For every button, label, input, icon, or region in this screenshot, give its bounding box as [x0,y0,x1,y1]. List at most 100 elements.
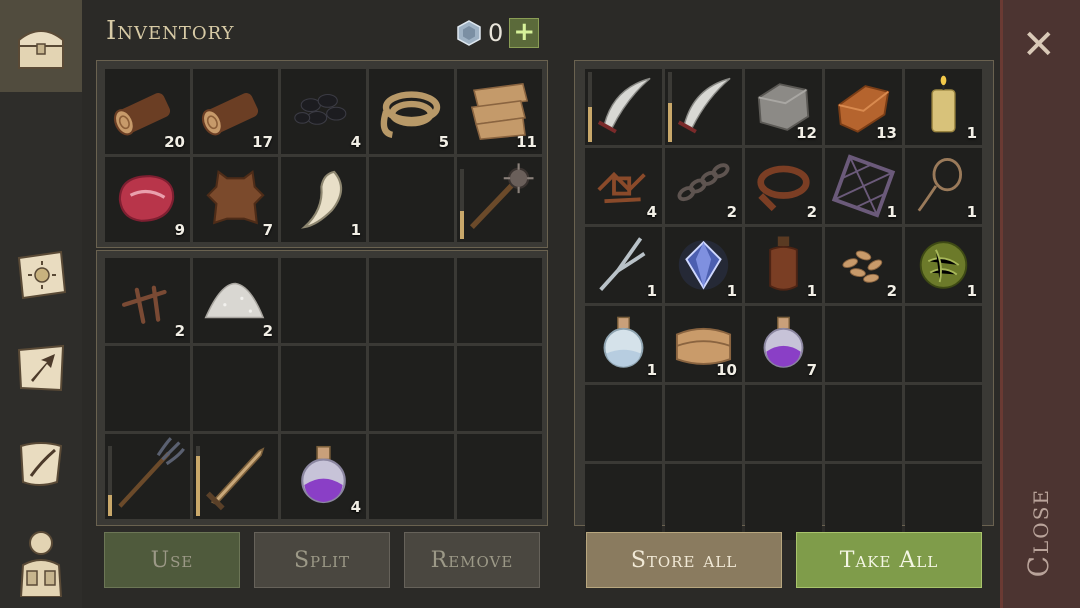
empty-slot[interactable] [369,346,454,431]
item-count: 1 [646,361,657,379]
empty-slot[interactable] [281,346,366,431]
item-slot-fang[interactable]: 1 [281,157,366,242]
item-slot-coal[interactable]: 4 [281,69,366,154]
item-slot-raw-meat[interactable]: 9 [105,157,190,242]
empty-slot[interactable] [585,385,662,461]
close-icon[interactable]: ✕ [1022,22,1056,68]
tab-journal[interactable] [0,416,82,508]
item-slot-pitchfork[interactable] [105,434,190,519]
item-slot-log[interactable]: 17 [193,69,278,154]
empty-slot[interactable] [665,385,742,461]
empty-slot[interactable] [585,464,662,540]
item-count: 2 [174,322,185,340]
item-count: 7 [806,361,817,379]
item-slot-herb-ball[interactable]: 1 [905,227,982,303]
item-slot-log[interactable]: 20 [105,69,190,154]
empty-slot[interactable] [105,346,190,431]
item-slot-scimitar[interactable] [585,69,662,145]
sword-icon [205,447,265,511]
store-all-button[interactable]: Store all [586,532,782,588]
item-slot-folded-cloth[interactable]: 10 [665,306,742,382]
empty-slot[interactable] [369,258,454,343]
tab-character[interactable] [0,516,82,608]
item-slot-purple-potion[interactable]: 4 [281,434,366,519]
durability-bar [196,446,200,516]
empty-slot[interactable] [457,346,542,431]
silver-coin-icon [457,20,481,46]
tab-map[interactable] [0,322,82,414]
remove-button[interactable]: Remove [404,532,540,588]
empty-slot[interactable] [193,346,278,431]
item-slot-grate[interactable]: 1 [825,148,902,224]
item-count: 1 [966,124,977,142]
item-count: 4 [350,498,361,516]
currency-value: 0 [488,19,504,47]
item-slot-cloth-strips[interactable]: 11 [457,69,542,154]
empty-slot[interactable] [369,434,454,519]
item-slot-scimitar[interactable] [665,69,742,145]
tab-skills[interactable] [0,228,82,320]
item-slot-purple-potion[interactable]: 7 [745,306,822,382]
empty-slot[interactable] [905,385,982,461]
empty-slot[interactable] [825,464,902,540]
empty-slot[interactable] [825,385,902,461]
item-slot-seeds[interactable]: 2 [825,227,902,303]
scimitar-icon [597,77,651,134]
item-slot-lasso[interactable]: 1 [905,148,982,224]
item-slot-sword[interactable] [193,434,278,519]
item-count: 17 [252,133,273,151]
item-count: 2 [806,203,817,221]
item-count: 4 [646,203,657,221]
chest-icon [18,30,64,69]
take-all-button[interactable]: Take All [796,532,982,588]
item-slot-spiked-mace[interactable] [457,157,542,242]
sun-book-icon [17,250,67,300]
item-count: 1 [806,282,817,300]
item-slot-copper-ingot[interactable]: 13 [825,69,902,145]
inventory-bottom-grid: 2 2 4 [105,258,542,519]
item-slot-scrap-metal[interactable]: 4 [585,148,662,224]
use-button[interactable]: Use [104,532,240,588]
item-slot-leather-belt[interactable]: 2 [745,148,822,224]
item-slot-leather-flask[interactable]: 1 [745,227,822,303]
tab-chest[interactable] [0,0,82,92]
page-title: Inventory [106,16,235,46]
empty-slot[interactable] [281,258,366,343]
item-count: 1 [966,203,977,221]
item-count: 12 [796,124,817,142]
item-count: 9 [174,221,185,239]
empty-slot[interactable] [457,258,542,343]
item-slot-stone-block[interactable]: 12 [745,69,822,145]
empty-slot[interactable] [457,434,542,519]
split-button[interactable]: Split [254,532,390,588]
item-count: 11 [516,133,537,151]
empty-slot[interactable] [665,464,742,540]
item-slot-leather-hide[interactable]: 7 [193,157,278,242]
pitchfork-icon [118,437,185,508]
close-button-label[interactable]: Close [1022,488,1055,577]
item-slot-nails[interactable]: 2 [105,258,190,343]
item-count: 1 [726,282,737,300]
item-slot-chain[interactable]: 2 [665,148,742,224]
empty-slot[interactable] [745,464,822,540]
durability-bar [108,446,112,516]
empty-slot[interactable] [825,306,902,382]
durability-bar [460,169,464,239]
sidebar [0,0,82,608]
item-slot-tuning-fork[interactable]: 1 [585,227,662,303]
empty-slot[interactable] [369,157,454,242]
item-slot-salt-pile[interactable]: 2 [193,258,278,343]
add-currency-button[interactable]: + [509,18,540,48]
empty-slot[interactable] [905,464,982,540]
item-slot-water-potion[interactable]: 1 [585,306,662,382]
character-equipment-icon [19,531,63,597]
scroll-quill-icon [19,442,63,486]
durability-bar [588,72,592,142]
empty-slot[interactable] [745,385,822,461]
item-slot-blue-crystal[interactable]: 1 [665,227,742,303]
item-count: 20 [164,133,185,151]
empty-slot[interactable] [905,306,982,382]
item-slot-rope[interactable]: 5 [369,69,454,154]
item-count: 2 [262,322,273,340]
item-slot-candle[interactable]: 1 [905,69,982,145]
